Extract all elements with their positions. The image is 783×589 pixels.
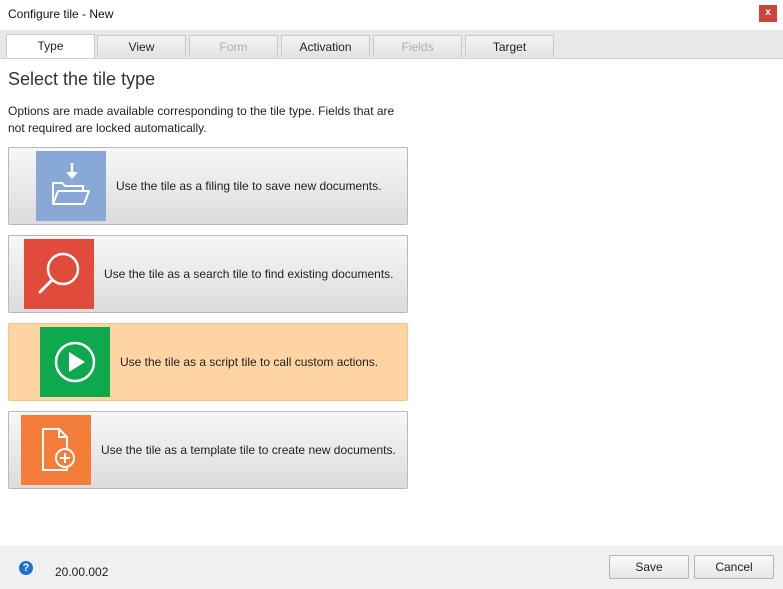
window-title: Configure tile - New <box>8 7 114 21</box>
footer-bar: ? 20.00.002 Save Cancel <box>0 546 783 589</box>
tile-type-search-label: Use the tile as a search tile to find ex… <box>104 267 394 281</box>
tile-type-template-option[interactable]: Use the tile as a template tile to creat… <box>8 411 408 489</box>
tab-type[interactable]: Type <box>6 34 95 58</box>
new-document-icon <box>21 415 91 485</box>
save-button[interactable]: Save <box>609 555 689 579</box>
tile-type-search-option[interactable]: Use the tile as a search tile to find ex… <box>8 235 408 313</box>
tab-view[interactable]: View <box>97 35 186 57</box>
description-text: Options are made available corresponding… <box>8 104 395 135</box>
filing-folder-icon <box>36 151 106 221</box>
tab-fields[interactable]: Fields <box>373 35 462 57</box>
magnifier-icon <box>24 239 94 309</box>
close-button[interactable]: x <box>759 5 777 22</box>
title-bar: Configure tile - New x <box>0 0 783 30</box>
tab-target[interactable]: Target <box>465 35 554 57</box>
tab-form[interactable]: Form <box>189 35 278 57</box>
cancel-button[interactable]: Cancel <box>694 555 774 579</box>
tile-type-script-label: Use the tile as a script tile to call cu… <box>120 355 379 369</box>
tile-type-filing-label: Use the tile as a filing tile to save ne… <box>116 179 382 193</box>
version-label: 20.00.002 <box>55 565 109 579</box>
tile-type-template-label: Use the tile as a template tile to creat… <box>101 443 396 457</box>
tile-type-script-option[interactable]: Use the tile as a script tile to call cu… <box>8 323 408 401</box>
help-icon[interactable]: ? <box>19 561 33 575</box>
tile-type-filing-option[interactable]: Use the tile as a filing tile to save ne… <box>8 147 408 225</box>
tab-activation[interactable]: Activation <box>281 35 370 57</box>
page-title: Select the tile type <box>8 69 156 89</box>
play-icon <box>40 327 110 397</box>
tab-strip: Type View Form Activation Fields Target <box>0 30 783 59</box>
